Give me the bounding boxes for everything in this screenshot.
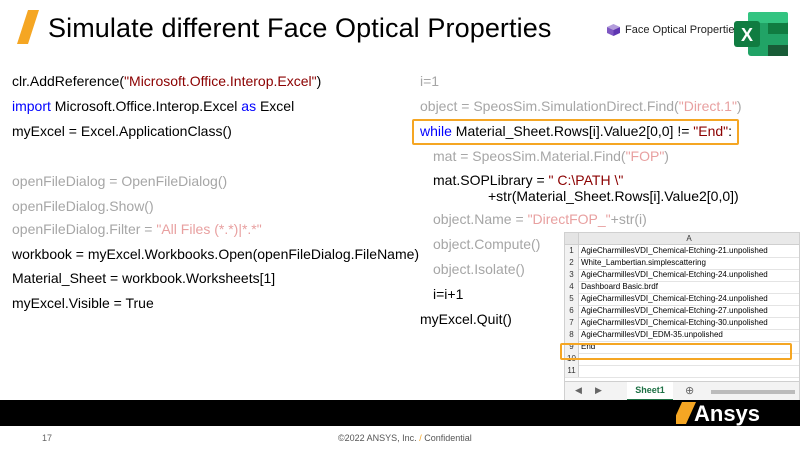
column-header-a[interactable]: A [579,233,799,244]
face-optical-properties-tag: Face Optical Properties [606,20,740,40]
code-line-3: myExcel = Excel.ApplicationClass() [12,123,232,139]
row-number[interactable]: 2 [565,257,579,269]
table-row: 3 AgieCharmillesVDI_Chemical-Etching-24.u… [565,269,799,282]
code-right-8: object.Compute() [433,236,541,252]
add-sheet-icon[interactable]: ⊕ [685,384,694,397]
tab-scroll-left-icon[interactable]: ◀ [575,385,582,396]
horizontal-scrollbar[interactable] [711,390,795,394]
table-row: 2 White_Lambertian.simplescattering [565,257,799,270]
code-line-7: workbook = myExcel.Workbooks.Open(openFi… [12,246,420,262]
fop-cube-icon [607,24,620,36]
ansys-slash-icon [17,10,39,44]
code-right-6: +str(Material_Sheet.Rows[i].Value2[0,0]) [488,188,739,204]
code-line-2: import Microsoft.Office.Interop.Excel as… [12,98,295,114]
code-right-4: mat = SpeosSim.Material.Find("FOP") [433,148,669,164]
end-row-highlight [560,343,792,360]
row-number[interactable]: 7 [565,317,579,329]
cell-value[interactable]: AgieCharmillesVDI_Chemical-Etching-30.un… [581,317,768,329]
code-right-7: object.Name = "DirectFOP_"+str(i) [433,211,647,227]
cell-value[interactable]: AgieCharmillesVDI_Chemical-Etching-27.un… [581,305,768,317]
code-line-1: clr.AddReference("Microsoft.Office.Inter… [12,73,322,89]
cell-value[interactable]: AgieCharmillesVDI_Chemical-Etching-24.un… [581,293,768,305]
ansys-logo: Ansys [676,401,760,426]
cell-value[interactable]: Dashboard Basic.brdf [581,281,658,293]
code-line-5: openFileDialog.Show() [12,198,154,214]
select-all-corner[interactable] [565,233,579,244]
code-right-2: object = SpeosSim.SimulationDirect.Find(… [420,98,742,114]
excel-logo-icon: X [734,12,788,56]
code-right-11: myExcel.Quit() [420,311,512,327]
table-row: 6 AgieCharmillesVDI_Chemical-Etching-27.u… [565,305,799,318]
table-row: 8 AgieCharmillesVDI_EDM-35.unpolished [565,329,799,342]
sheet-tab-bar: ◀ ▶ Sheet1 ⊕ [565,381,799,401]
code-right-1: i=1 [420,73,440,89]
table-row: 11 [565,365,799,378]
tab-sheet1[interactable]: Sheet1 [627,382,673,401]
ansys-logo-text: Ansys [694,401,760,426]
page-number: 17 [42,433,53,443]
footer-text: ©2022 ANSYS, Inc. / Confidential [338,433,472,443]
code-line-4: openFileDialog = OpenFileDialog() [12,173,228,189]
table-row: 5 AgieCharmillesVDI_Chemical-Etching-24.u… [565,293,799,306]
tab-scroll-right-icon[interactable]: ▶ [595,385,602,396]
cell-value[interactable]: AgieCharmillesVDI_EDM-35.unpolished [581,329,723,341]
code-right-5: mat.SOPLibrary = " C:\PATH \" [433,172,624,188]
code-line-9: myExcel.Visible = True [12,295,154,311]
row-number[interactable]: 1 [565,245,579,257]
cell-value[interactable]: White_Lambertian.simplescattering [581,257,706,269]
sheet-column-header-row: A [565,233,799,245]
row-number[interactable]: 6 [565,305,579,317]
code-right-9: object.Isolate() [433,261,525,277]
code-line-8: Material_Sheet = workbook.Worksheets[1] [12,270,276,286]
slide-title: Simulate different Face Optical Properti… [48,13,552,43]
row-number[interactable]: 4 [565,281,579,293]
row-number[interactable]: 3 [565,269,579,281]
fop-tag-label: Face Optical Properties [625,24,740,36]
row-number[interactable]: 8 [565,329,579,341]
row-number[interactable]: 11 [565,365,579,377]
table-row: 7 AgieCharmillesVDI_Chemical-Etching-30.u… [565,317,799,330]
code-right-3: while Material_Sheet.Rows[i].Value2[0,0]… [420,123,733,139]
code-right-10: i=i+1 [433,286,464,302]
excel-logo-letter: X [741,25,753,45]
cell-value[interactable]: AgieCharmillesVDI_Chemical-Etching-24.un… [581,269,768,281]
excel-sheet-snippet: A 1 AgieCharmillesVDI_Chemical-Etching-21… [564,232,800,402]
row-number[interactable]: 5 [565,293,579,305]
table-row: 4 Dashboard Basic.brdf [565,281,799,294]
table-row: 1 AgieCharmillesVDI_Chemical-Etching-21.u… [565,245,799,258]
code-line-6: openFileDialog.Filter = "All Files (*.*)… [12,221,262,237]
cell-value[interactable]: AgieCharmillesVDI_Chemical-Etching-21.un… [581,245,768,257]
